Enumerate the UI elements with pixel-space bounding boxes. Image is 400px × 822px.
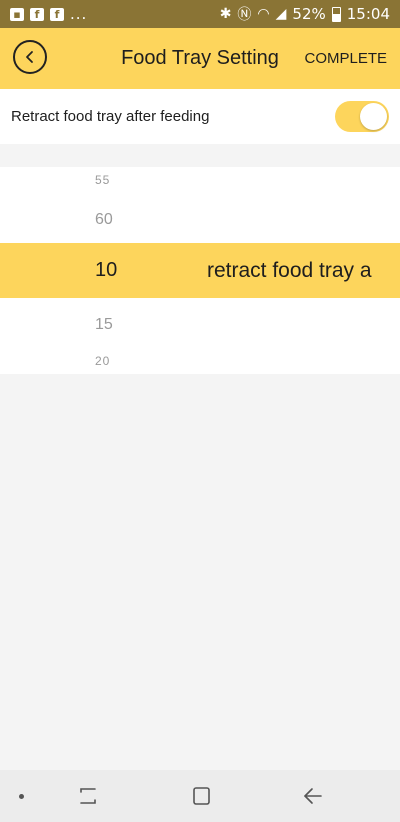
- signal-icon: ◢: [275, 6, 287, 22]
- status-bar: ▪ f f ... ✱ Ⓝ ◠ ◢ 52% 15:04: [0, 0, 400, 28]
- time-picker[interactable]: 55 60 10 retract food tray a 15 20: [0, 167, 400, 374]
- picker-option[interactable]: 20: [95, 354, 110, 368]
- picker-option[interactable]: 60: [95, 211, 113, 229]
- nfc-icon: Ⓝ: [237, 7, 252, 23]
- clock: 15:04: [346, 5, 390, 23]
- wifi-icon: ◠: [257, 6, 270, 22]
- picker-selected-value: 10: [95, 259, 118, 281]
- home-icon: [193, 787, 210, 805]
- navigation-bar: [0, 770, 400, 822]
- complete-button[interactable]: COMPLETE: [304, 28, 387, 89]
- home-button[interactable]: [188, 783, 214, 809]
- gallery-icon: ▪: [10, 7, 24, 21]
- nav-back-button[interactable]: [300, 783, 326, 809]
- retract-toggle[interactable]: [335, 101, 389, 132]
- retract-setting-label: Retract food tray after feeding: [11, 108, 210, 125]
- retract-setting-row: Retract food tray after feeding: [0, 89, 400, 144]
- recents-button[interactable]: [75, 783, 101, 809]
- facebook-icon: f: [30, 7, 44, 21]
- arrow-left-icon: [304, 788, 322, 804]
- chevron-left-icon: [26, 51, 33, 63]
- battery-icon: [331, 6, 341, 22]
- system-icons: ✱ Ⓝ ◠ ◢ 52% 15:04: [220, 4, 390, 24]
- picker-option[interactable]: 55: [95, 173, 110, 187]
- header-bar: Food Tray Setting COMPLETE: [0, 28, 400, 89]
- nav-dot-icon: [19, 794, 24, 799]
- picker-option[interactable]: 15: [95, 316, 113, 334]
- bluetooth-icon: ✱: [219, 6, 232, 22]
- facebook-icon: f: [50, 7, 64, 21]
- picker-selected-caption: retract food tray a: [207, 259, 372, 282]
- notification-icons: ▪ f f ...: [10, 5, 87, 23]
- more-notifications: ...: [70, 5, 88, 23]
- toggle-knob: [360, 103, 387, 130]
- back-button[interactable]: [13, 40, 47, 74]
- page-title: Food Tray Setting: [121, 47, 279, 69]
- picker-selected-row[interactable]: 10 retract food tray a: [0, 243, 400, 298]
- battery-percent: 52%: [292, 5, 326, 23]
- recents-icon: [80, 788, 96, 804]
